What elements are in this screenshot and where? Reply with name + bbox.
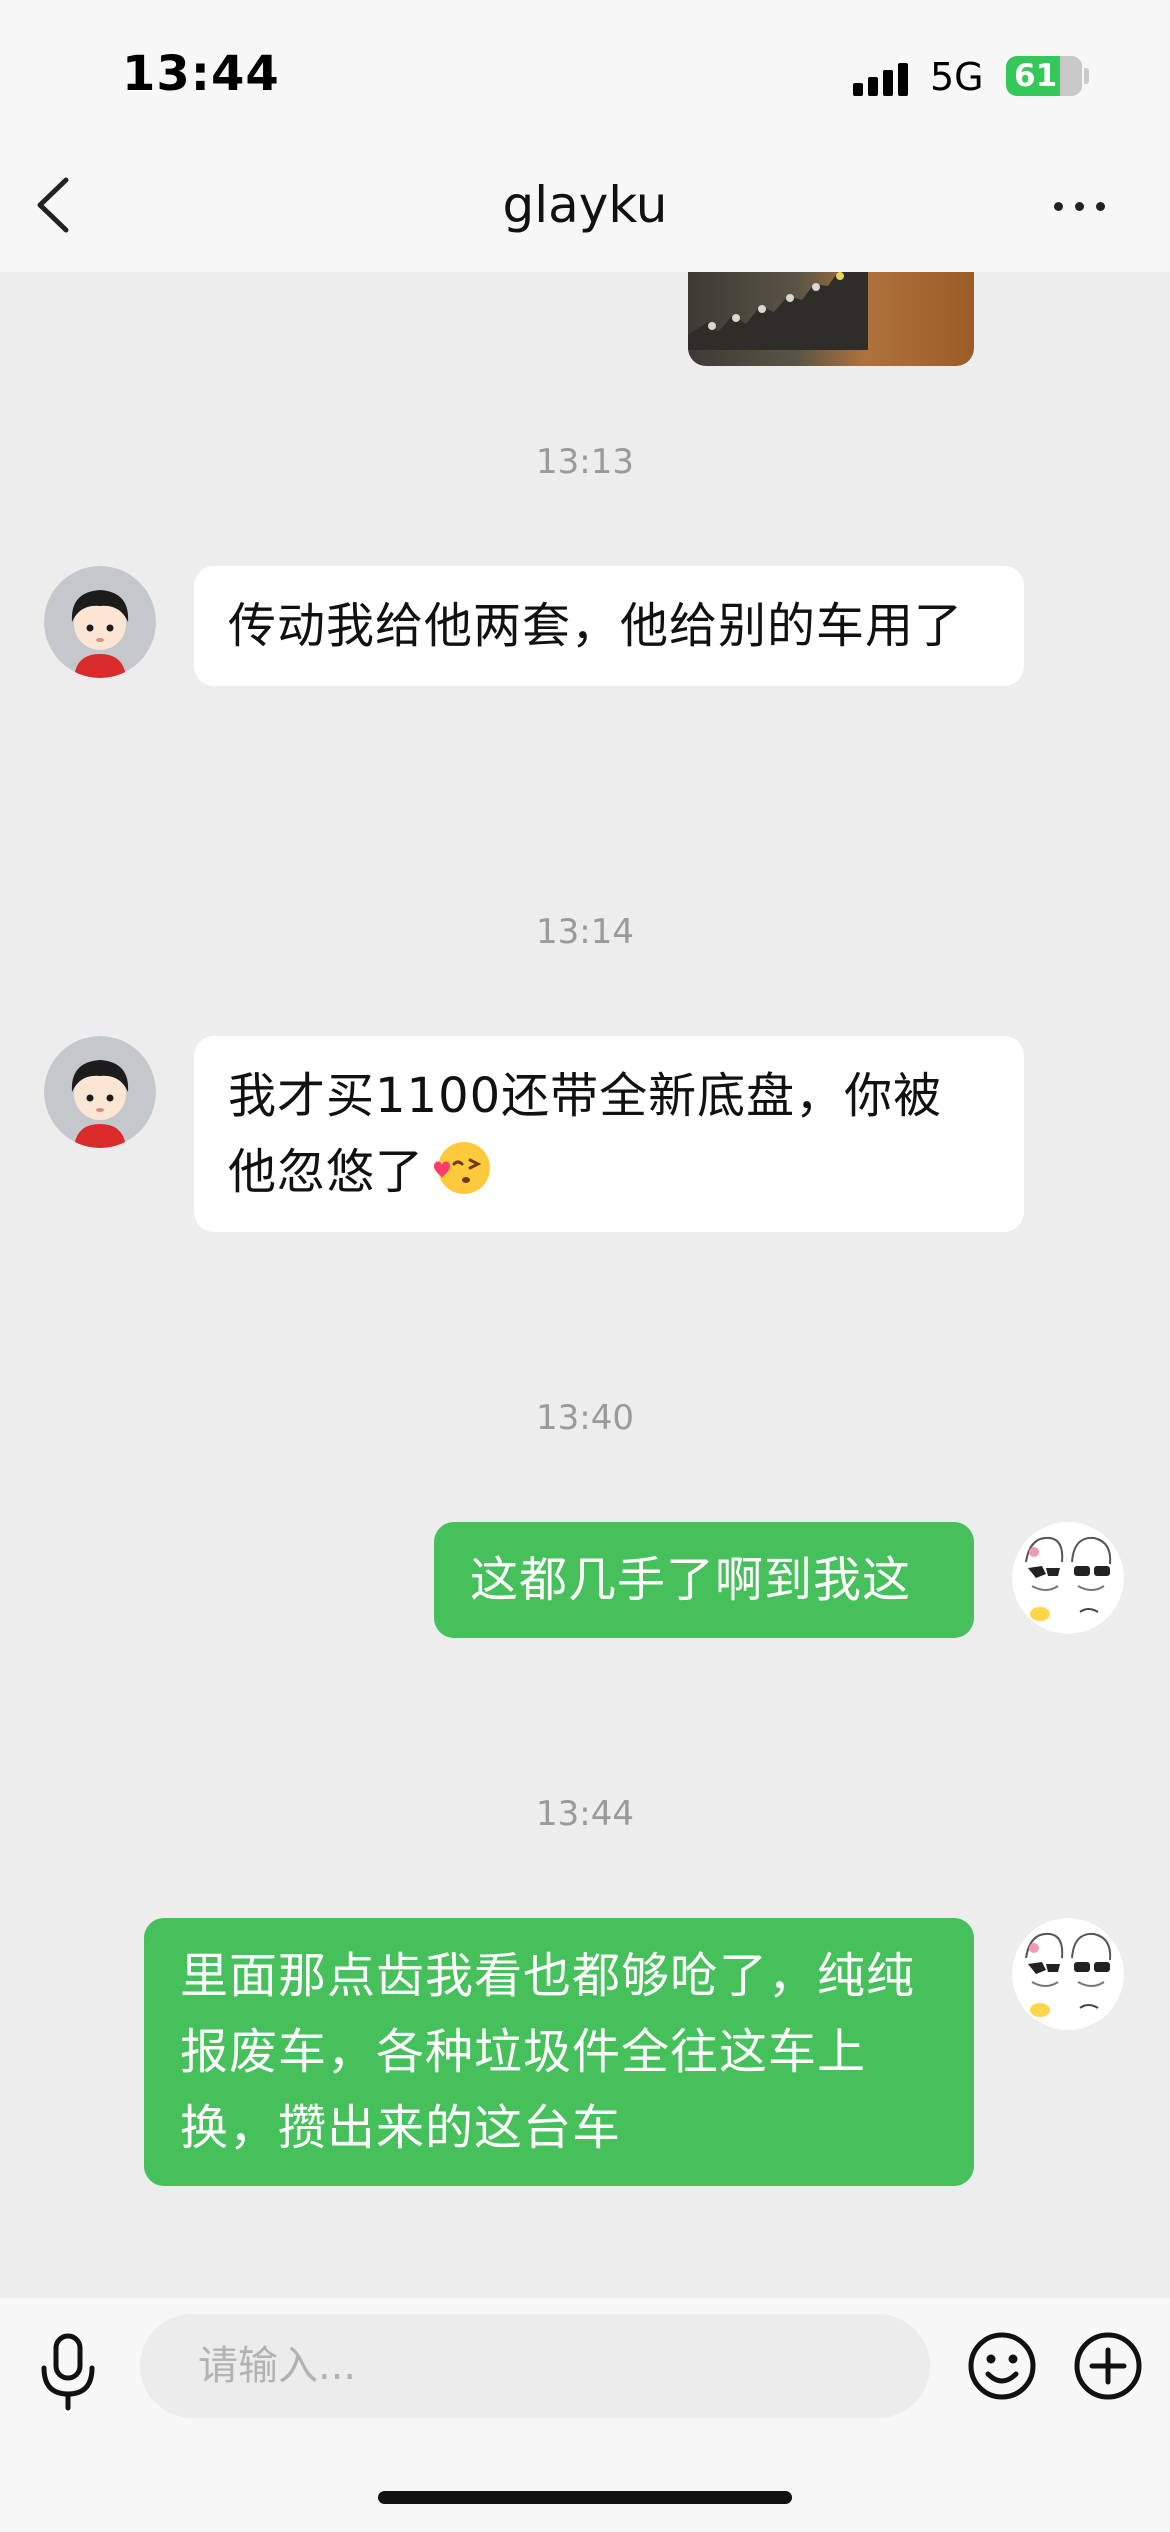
more-button[interactable] bbox=[1050, 190, 1110, 220]
more-functions-button[interactable] bbox=[1072, 2330, 1144, 2402]
message-timestamp: 13:13 bbox=[536, 442, 634, 482]
contact-avatar[interactable] bbox=[44, 566, 156, 678]
network-type: 5G bbox=[930, 55, 984, 99]
contact-avatar[interactable] bbox=[44, 1036, 156, 1148]
status-time: 13:44 bbox=[122, 46, 280, 102]
emoji-button[interactable] bbox=[966, 2330, 1038, 2402]
outgoing-message-bubble[interactable]: 里面那点齿我看也都够呛了，纯纯报废车，各种垃圾件全往这车上换，攒出来的这台车 bbox=[144, 1918, 974, 2186]
message-text: 里面那点齿我看也都够呛了，纯纯报废车，各种垃圾件全往这车上换，攒出来的这台车 bbox=[180, 1948, 916, 2156]
cellular-signal-icon bbox=[853, 60, 913, 96]
outgoing-message-bubble[interactable]: 这都几手了啊到我这 bbox=[434, 1522, 974, 1638]
battery-level: 61 bbox=[1006, 56, 1082, 96]
plus-circle-icon bbox=[1074, 2332, 1142, 2400]
navigation-header: 13:44 5G 61 glayku bbox=[0, 0, 1170, 272]
blowing-kiss-emoji bbox=[434, 1142, 491, 1194]
microphone-icon bbox=[41, 2333, 95, 2411]
my-avatar[interactable] bbox=[1012, 1918, 1124, 2030]
message-timestamp: 13:44 bbox=[536, 1794, 634, 1834]
message-input[interactable]: 请输入... bbox=[140, 2314, 930, 2418]
message-text: 我才买1100还带全新底盘，你被他忽悠了 bbox=[228, 1068, 943, 1200]
saw-blade-photo bbox=[688, 260, 868, 350]
my-avatar[interactable] bbox=[1012, 1522, 1124, 1634]
incoming-message-bubble[interactable]: 传动我给他两套，他给别的车用了 bbox=[194, 566, 1024, 686]
message-timestamp: 13:40 bbox=[536, 1398, 634, 1438]
voice-button[interactable] bbox=[36, 2332, 100, 2412]
message-text: 这都几手了啊到我这 bbox=[470, 1552, 912, 1608]
battery-icon bbox=[1084, 68, 1089, 84]
incoming-message-bubble[interactable]: 我才买1100还带全新底盘，你被他忽悠了 bbox=[194, 1036, 1024, 1232]
message-timestamp: 13:14 bbox=[536, 912, 634, 952]
home-indicator[interactable] bbox=[378, 2491, 792, 2504]
emoji-face-icon bbox=[968, 2332, 1036, 2400]
message-text: 传动我给他两套，他给别的车用了 bbox=[228, 598, 964, 654]
chat-title: glayku bbox=[502, 176, 668, 234]
